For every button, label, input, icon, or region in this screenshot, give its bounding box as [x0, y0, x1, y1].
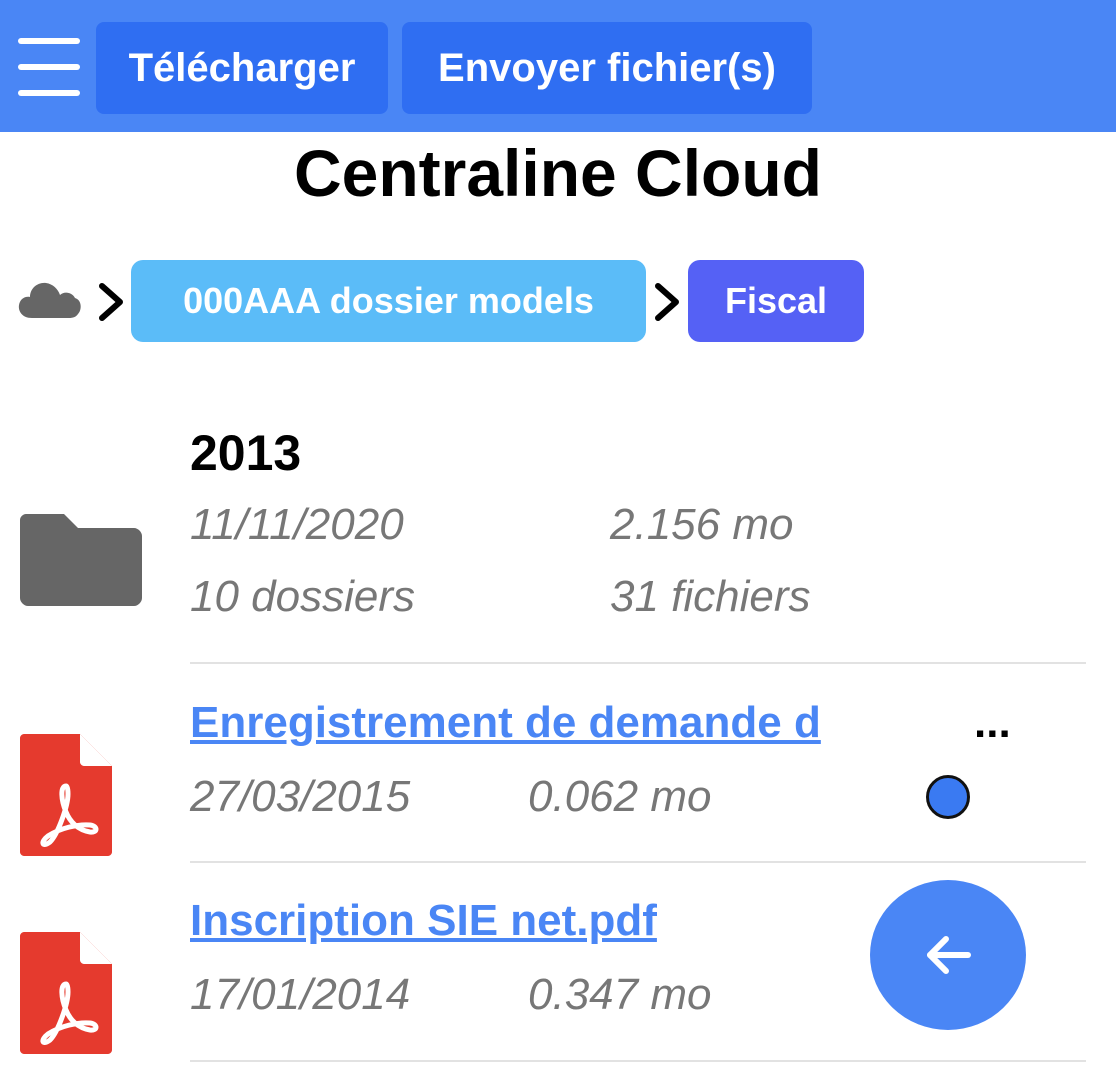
file-name-link[interactable]: Enregistrement de demande d	[190, 698, 821, 748]
file-name-ellipsis: ...	[974, 698, 1011, 747]
breadcrumb-item-fiscal[interactable]: Fiscal	[688, 260, 864, 342]
pdf-icon	[20, 932, 112, 1054]
divider	[190, 1060, 1086, 1062]
folder-file-count: 31 fichiers	[610, 572, 811, 621]
folder-icon	[20, 514, 142, 606]
folder-size: 2.156 mo	[610, 500, 794, 549]
folder-subfolder-count: 10 dossiers	[190, 572, 416, 621]
divider	[190, 662, 1086, 664]
breadcrumb-item-dossier-models[interactable]: 000AAA dossier models	[131, 260, 646, 342]
top-bar: Télécharger Envoyer fichier(s)	[0, 0, 1116, 132]
file-name-link[interactable]: Inscription SIE net.pdf	[190, 896, 657, 946]
chevron-right-icon	[99, 283, 123, 321]
back-button[interactable]	[870, 880, 1026, 1030]
status-dot	[926, 775, 970, 819]
file-date: 17/01/2014	[190, 970, 411, 1019]
download-button[interactable]: Télécharger	[96, 22, 388, 114]
file-date: 27/03/2015	[190, 772, 411, 821]
cloud-icon[interactable]	[18, 278, 82, 320]
divider	[190, 861, 1086, 863]
page-title: Centraline Cloud	[293, 136, 823, 210]
pdf-icon	[20, 734, 112, 856]
chevron-right-icon	[655, 283, 679, 321]
upload-files-button[interactable]: Envoyer fichier(s)	[402, 22, 812, 114]
folder-date: 11/11/2020	[190, 500, 404, 549]
hamburger-menu-icon[interactable]	[18, 38, 80, 96]
folder-name[interactable]: 2013	[190, 424, 301, 482]
arrow-left-icon	[927, 936, 971, 974]
file-size: 0.347 mo	[528, 970, 712, 1019]
file-size: 0.062 mo	[528, 772, 712, 821]
